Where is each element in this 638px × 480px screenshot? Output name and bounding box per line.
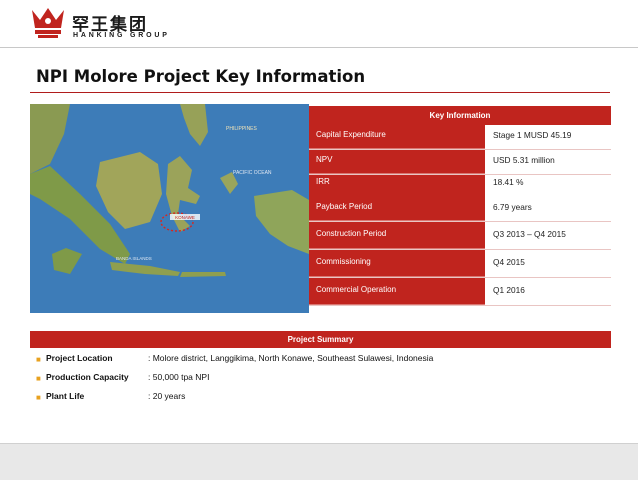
- table-row: Commissioning Q4 2015: [309, 250, 611, 278]
- row-label: IRR: [316, 177, 330, 186]
- map-label-banda: BANDA ISLANDS: [116, 256, 152, 261]
- row-value: Q1 2016: [485, 278, 611, 305]
- map-label-philippines: PHILIPPINES: [226, 126, 258, 132]
- row-value: Q3 2013 – Q4 2015: [485, 222, 611, 249]
- list-item: ■ Project Location : Molore district, La…: [36, 353, 606, 372]
- project-summary-header: Project Summary: [30, 331, 611, 348]
- brand-name-en: HANKING GROUP: [73, 32, 170, 39]
- table-row: IRR Payback Period 18.41 % 6.79 years: [309, 175, 611, 222]
- table-row: NPV USD 5.31 million: [309, 150, 611, 175]
- row-label: Construction Period: [309, 222, 485, 249]
- summary-value: : 50,000 tpa NPI: [148, 372, 210, 382]
- summary-key: Production Capacity: [46, 372, 129, 382]
- indonesia-map: KONAWE PHILIPPINES PACIFIC OCEAN BANDA I…: [30, 104, 309, 313]
- map-label-ocean: PACIFIC OCEAN: [233, 170, 272, 176]
- map-label-site: KONAWE: [175, 215, 195, 220]
- page-title: NPI Molore Project Key Information: [36, 67, 366, 86]
- key-information-header: Key Information: [309, 106, 611, 125]
- summary-value: : 20 years: [148, 391, 186, 401]
- map-graphic: KONAWE PHILIPPINES PACIFIC OCEAN BANDA I…: [30, 104, 309, 313]
- project-summary-list: ■ Project Location : Molore district, La…: [36, 353, 606, 410]
- key-information-table: Key Information Capital Expenditure Stag…: [309, 106, 611, 306]
- footer-bar: [0, 443, 638, 480]
- header-divider: [0, 47, 638, 48]
- row-value-group: 18.41 % 6.79 years: [485, 175, 611, 221]
- summary-key: Plant Life: [46, 391, 85, 401]
- summary-key: Project Location: [46, 353, 113, 363]
- square-bullet-icon: ■: [36, 355, 41, 364]
- row-value: Stage 1 MUSD 45.19: [485, 125, 611, 149]
- row-value: Q4 2015: [485, 250, 611, 277]
- row-label: NPV: [309, 150, 485, 174]
- row-label: Commercial Operation: [309, 278, 485, 305]
- summary-value: : Molore district, Langgikima, North Kon…: [148, 353, 434, 363]
- row-label: Capital Expenditure: [309, 125, 485, 149]
- table-row: Construction Period Q3 2013 – Q4 2015: [309, 222, 611, 250]
- row-label-group: IRR Payback Period: [309, 175, 485, 221]
- row-value: 18.41 %: [493, 177, 524, 187]
- row-value: USD 5.31 million: [485, 150, 611, 174]
- crown-logo-icon: [32, 8, 64, 38]
- square-bullet-icon: ■: [36, 393, 41, 402]
- title-divider: [30, 92, 610, 93]
- row-value: 6.79 years: [493, 202, 532, 212]
- table-row: Commercial Operation Q1 2016: [309, 278, 611, 306]
- square-bullet-icon: ■: [36, 374, 41, 383]
- row-label: Commissioning: [309, 250, 485, 277]
- list-item: ■ Plant Life : 20 years: [36, 391, 606, 410]
- table-row: Capital Expenditure Stage 1 MUSD 45.19: [309, 125, 611, 150]
- company-logo: 罕王集团 HANKING GROUP: [30, 4, 170, 44]
- row-label: Payback Period: [316, 202, 373, 211]
- list-item: ■ Production Capacity : 50,000 tpa NPI: [36, 372, 606, 391]
